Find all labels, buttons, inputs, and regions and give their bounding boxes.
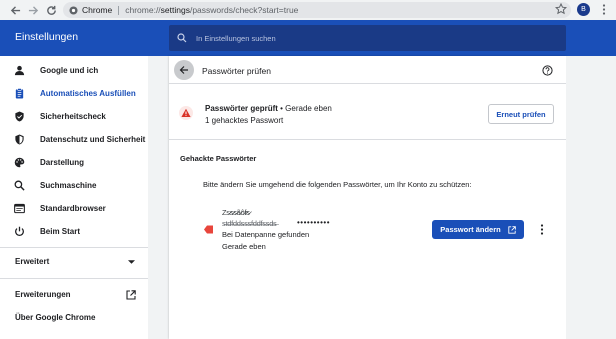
leaked-username: s̶t̶d̶f̶d̶d̶s̶s̶s̶f̶d̶d̶f̶s̶s̶d̶s̶ (222, 219, 277, 228)
warning-triangle-icon (181, 108, 191, 117)
sidebar-item-on-startup[interactable]: Beim Start (0, 220, 148, 243)
sidebar-item-safety-check[interactable]: Sicherheitscheck (0, 105, 148, 128)
card-title: Passwörter prüfen (202, 66, 271, 76)
card-header: Passwörter prüfen (169, 56, 566, 84)
sidebar-item-label: Suchmaschine (40, 181, 97, 190)
external-link-icon[interactable] (126, 290, 136, 300)
sidebar-item-label: Google und ich (40, 66, 99, 75)
browser-icon (14, 203, 25, 214)
settings-search-box[interactable] (169, 25, 566, 51)
leaked-password: •••••••••• (297, 218, 331, 227)
recheck-button[interactable]: Erneut prüfen (488, 104, 554, 124)
help-icon[interactable] (542, 65, 553, 76)
sidebar-item-google[interactable]: Google und ich (0, 59, 148, 82)
address-separator (118, 5, 120, 15)
arrow-left-icon (179, 66, 188, 74)
search-icon (177, 33, 187, 43)
profile-avatar[interactable]: B (577, 3, 590, 16)
url-text: chrome://settings/passwords/check?start=… (125, 5, 299, 15)
power-icon (14, 226, 25, 237)
address-bar[interactable]: Chrome chrome://settings/passwords/check… (63, 2, 571, 18)
sidebar-advanced-toggle[interactable]: Erweitert (15, 257, 49, 266)
sidebar-item-privacy[interactable]: Datenschutz und Sicherheit (0, 128, 148, 151)
site-name: Chrome (82, 5, 113, 15)
reload-icon[interactable] (43, 2, 59, 18)
change-password-button[interactable]: Passwort ändern (432, 220, 524, 239)
leak-reason: Bei Datenpanne gefunden (222, 230, 310, 239)
sidebar-item-label: Sicherheitscheck (40, 112, 106, 121)
sidebar-item-label: Beim Start (40, 227, 81, 236)
back-arrow-icon[interactable] (7, 2, 23, 18)
password-check-card: Passwörter prüfen Passwörter geprüft • G… (169, 56, 566, 339)
leak-time: Gerade eben (222, 242, 266, 251)
sidebar-item-default-browser[interactable]: Standardbrowser (0, 197, 148, 220)
sidebar-divider (0, 278, 148, 279)
sidebar-item-label: Datenschutz und Sicherheit (40, 135, 146, 144)
search-icon (14, 180, 25, 191)
settings-header: Einstellungen (0, 20, 616, 56)
settings-sidebar: Google und ich Automatisches Ausfüllen S… (0, 56, 148, 339)
browser-toolbar: Chrome chrome://settings/passwords/check… (0, 0, 616, 20)
change-password-label: Passwort ändern (440, 225, 501, 234)
clipboard-icon (14, 88, 25, 99)
sidebar-item-label: Darstellung (40, 158, 85, 167)
forward-arrow-icon[interactable] (25, 2, 41, 18)
external-link-icon (508, 225, 516, 234)
sidebar-item-appearance[interactable]: Darstellung (0, 151, 148, 174)
sidebar-item-label: Automatisches Ausfüllen (40, 89, 136, 98)
more-actions-icon[interactable] (539, 223, 545, 236)
sidebar-item-autofill[interactable]: Automatisches Ausfüllen (0, 82, 148, 105)
page-title: Einstellungen (15, 31, 79, 43)
sidebar-item-search-engine[interactable]: Suchmaschine (0, 174, 148, 197)
leaked-key-icon (204, 225, 213, 234)
bookmark-star-icon[interactable] (555, 3, 567, 15)
shield-check-icon (14, 111, 25, 122)
leaked-site-name: Zs̷s̷s̷ã̷ô̷f̷s̷ (222, 208, 250, 217)
sidebar-item-label: Standardbrowser (40, 204, 106, 213)
sidebar-item-about[interactable]: Über Google Chrome (15, 313, 95, 322)
shield-icon (14, 134, 25, 145)
chrome-site-icon (69, 5, 78, 15)
section-divider (169, 139, 566, 140)
compromised-section-title: Gehackte Passwörter (180, 154, 257, 163)
palette-icon (14, 157, 25, 168)
person-icon (14, 65, 25, 76)
warning-status-icon (179, 106, 193, 120)
instruction-text: Bitte ändern Sie umgehend die folgenden … (203, 180, 472, 189)
chevron-down-icon[interactable] (128, 260, 135, 264)
back-button[interactable] (174, 60, 194, 80)
browser-menu-icon[interactable] (600, 3, 608, 16)
sidebar-item-extensions[interactable]: Erweiterungen (15, 290, 71, 299)
compromised-count: 1 gehacktes Passwort (205, 116, 284, 125)
check-status: Passwörter geprüft • Gerade eben (205, 104, 332, 113)
search-input[interactable] (196, 33, 536, 43)
page-background (566, 56, 616, 339)
sidebar-divider (0, 247, 148, 248)
